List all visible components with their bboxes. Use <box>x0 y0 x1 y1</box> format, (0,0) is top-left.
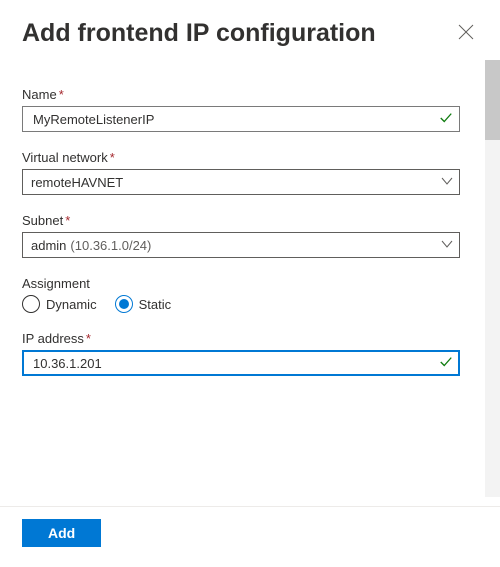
required-asterisk: * <box>65 213 70 228</box>
name-label-text: Name <box>22 87 57 102</box>
assignment-radio-static[interactable]: Static <box>115 295 172 313</box>
assignment-field: Assignment Dynamic Static <box>22 276 478 313</box>
required-asterisk: * <box>86 331 91 346</box>
name-input[interactable] <box>31 111 439 128</box>
check-icon <box>439 111 453 128</box>
assignment-label: Assignment <box>22 276 460 291</box>
required-asterisk: * <box>59 87 64 102</box>
scrollbar-thumb[interactable] <box>485 60 500 140</box>
name-input-wrap[interactable] <box>22 106 460 132</box>
subnet-label-text: Subnet <box>22 213 63 228</box>
add-button[interactable]: Add <box>22 519 101 547</box>
vnet-field: Virtual network* remoteHAVNET <box>22 150 478 195</box>
subnet-value: admin <box>31 238 66 253</box>
name-label: Name* <box>22 87 460 102</box>
subnet-field: Subnet* admin (10.36.1.0/24) <box>22 213 478 258</box>
ip-label: IP address* <box>22 331 460 346</box>
radio-label-static: Static <box>139 297 172 312</box>
subnet-label: Subnet* <box>22 213 460 228</box>
ip-input-wrap[interactable] <box>22 350 460 376</box>
radio-icon <box>115 295 133 313</box>
close-icon[interactable] <box>452 18 480 49</box>
ip-input[interactable] <box>31 355 439 372</box>
ip-field: IP address* <box>22 331 478 376</box>
vnet-value: remoteHAVNET <box>31 175 441 190</box>
subnet-range: (10.36.1.0/24) <box>70 238 151 253</box>
radio-icon <box>22 295 40 313</box>
vnet-label-text: Virtual network <box>22 150 108 165</box>
name-field: Name* <box>22 87 478 132</box>
vnet-label: Virtual network* <box>22 150 460 165</box>
vnet-select[interactable]: remoteHAVNET <box>22 169 460 195</box>
subnet-select[interactable]: admin (10.36.1.0/24) <box>22 232 460 258</box>
chevron-down-icon <box>441 175 453 190</box>
ip-label-text: IP address <box>22 331 84 346</box>
required-asterisk: * <box>110 150 115 165</box>
assignment-radio-dynamic[interactable]: Dynamic <box>22 295 97 313</box>
radio-label-dynamic: Dynamic <box>46 297 97 312</box>
page-title: Add frontend IP configuration <box>22 19 376 48</box>
chevron-down-icon <box>441 238 453 253</box>
check-icon <box>439 355 453 372</box>
